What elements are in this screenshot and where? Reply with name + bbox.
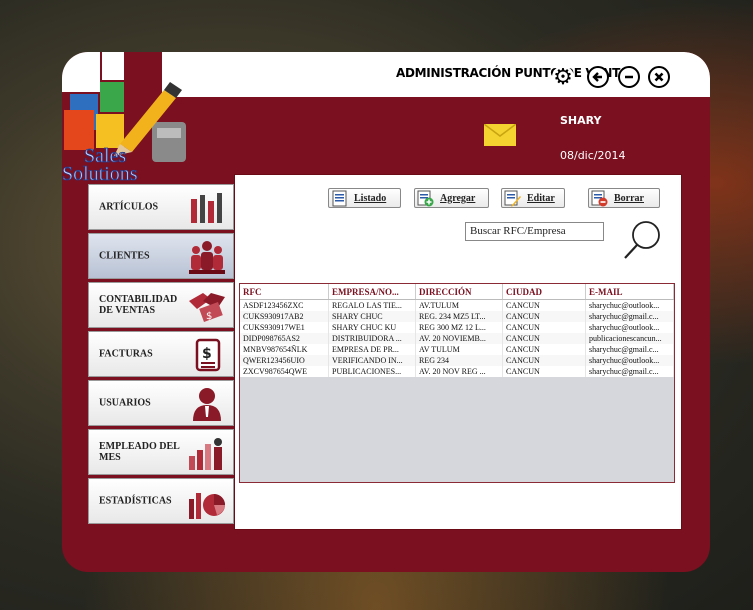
- borrar-label: Borrar: [614, 192, 644, 204]
- table-cell: MNBV987654ÑLK: [240, 344, 329, 355]
- search-icon[interactable]: [620, 218, 664, 262]
- gear-icon[interactable]: ⚙: [552, 66, 574, 88]
- statistics-icon: [189, 493, 225, 519]
- sidebar: ARTÍCULOS CLIENTES CONTABILIDAD DE VENTA…: [88, 184, 234, 527]
- table-row[interactable]: QWER123456UIO VERIFICANDO IN... REG 234 CAN…: [240, 355, 674, 366]
- table-cell: CUKS930917WE1: [240, 322, 329, 333]
- table-cell: QWER123456UIO: [240, 355, 329, 366]
- column-header[interactable]: E-MAIL: [585, 284, 674, 300]
- table-cell: PUBLICACIONES...: [328, 366, 416, 377]
- sidebar-item-label: EMPLEADO DEL MES: [99, 441, 180, 463]
- back-arrow-icon[interactable]: [587, 66, 609, 88]
- sidebar-item-articulos[interactable]: ARTÍCULOS: [88, 184, 234, 230]
- sidebar-item-estadisticas[interactable]: ESTADÍSTICAS: [88, 478, 234, 524]
- logo-text-solutions: Solutions: [62, 163, 138, 182]
- sidebar-item-label: USUARIOS: [99, 397, 151, 409]
- tools-icon: [191, 193, 222, 223]
- editar-label: Editar: [527, 192, 555, 204]
- invoice-icon: $: [195, 338, 221, 372]
- table-cell: CANCUN: [502, 322, 586, 333]
- column-header[interactable]: DIRECCIÓN: [415, 284, 503, 300]
- sidebar-item-contabilidad[interactable]: CONTABILIDAD DE VENTAS $: [88, 282, 234, 328]
- column-header[interactable]: CIUDAD: [502, 284, 586, 300]
- delete-document-icon: [591, 190, 608, 206]
- edit-document-icon: [504, 190, 521, 207]
- sales-solutions-logo: Sales Solutions: [62, 52, 186, 182]
- table-cell: sharychuc@outlook...: [585, 322, 674, 333]
- table-cell: CANCUN: [502, 299, 586, 311]
- table-cell: sharychuc@gmail.c...: [585, 311, 674, 322]
- user-icon: [193, 388, 221, 421]
- table-cell: CANCUN: [502, 344, 586, 355]
- table-cell: REG 300 MZ 12 L...: [415, 322, 503, 333]
- table-cell: sharychuc@gmail.c...: [585, 344, 674, 355]
- sidebar-item-label: CONTABILIDAD DE VENTAS: [99, 294, 178, 316]
- svg-text:$: $: [202, 346, 212, 362]
- table-cell: DISTRIBUIDORA ...: [328, 333, 416, 344]
- table-row[interactable]: ZXCV987654QWE PUBLICACIONES... AV. 20 NOV …: [240, 366, 674, 377]
- user-name: SHARY: [560, 114, 602, 127]
- table-cell: DIDP098765AS2: [240, 333, 329, 344]
- table-cell: REG. 234 MZ5 LT...: [415, 311, 503, 322]
- mail-icon[interactable]: [484, 124, 516, 146]
- borrar-button[interactable]: Borrar: [588, 188, 660, 208]
- add-document-icon: [417, 190, 434, 206]
- clients-table[interactable]: RFC EMPRESA/NO... DIRECCIÓN CIUDAD E-MAI…: [239, 283, 675, 483]
- table-header-row: RFC EMPRESA/NO... DIRECCIÓN CIUDAD E-MAI…: [240, 284, 674, 300]
- table-cell: CANCUN: [502, 366, 586, 377]
- svg-text:$: $: [206, 311, 212, 322]
- sidebar-item-label: ARTÍCULOS: [99, 201, 159, 213]
- search-input[interactable]: Buscar RFC/Empresa: [465, 222, 604, 241]
- table-cell: ZXCV987654QWE: [240, 366, 329, 377]
- table-cell: AV.TULUM: [415, 299, 503, 311]
- sidebar-item-clientes[interactable]: CLIENTES: [88, 233, 234, 279]
- table-cell: VERIFICANDO IN...: [328, 355, 416, 366]
- table-cell: AV TULUM: [415, 344, 503, 355]
- table-row[interactable]: DIDP098765AS2 DISTRIBUIDORA ... AV. 20 NOV…: [240, 333, 674, 344]
- table-cell: SHARY CHUC: [328, 311, 416, 322]
- table-cell: CANCUN: [502, 311, 586, 322]
- table-cell: publicacionescancun...: [585, 333, 674, 344]
- handshake-money-icon: $: [189, 293, 225, 322]
- employee-chart-icon: [189, 438, 222, 470]
- column-header[interactable]: EMPRESA/NO...: [328, 284, 416, 300]
- table-cell: AV. 20 NOVIEMB...: [415, 333, 503, 344]
- sidebar-item-empleado[interactable]: EMPLEADO DEL MES: [88, 429, 234, 475]
- table-cell: sharychuc@outlook...: [585, 355, 674, 366]
- title-bar[interactable]: ADMINISTRACIÓN PUNTO DE VENTA ⚙: [162, 52, 710, 97]
- main-panel: Listado Agregar Editar Borrar Buscar RFC…: [234, 174, 682, 530]
- table-row[interactable]: ASDF123456ZXC REGALO LAS TIE... AV.TULUM CA…: [240, 299, 674, 311]
- table-cell: CANCUN: [502, 355, 586, 366]
- listado-button[interactable]: Listado: [328, 188, 401, 208]
- column-header[interactable]: RFC: [240, 284, 329, 300]
- table-row[interactable]: MNBV987654ÑLK EMPRESA DE PR... AV TULUM CAN…: [240, 344, 674, 355]
- table-row[interactable]: CUKS930917WE1 SHARY CHUC KU REG 300 MZ 12 …: [240, 322, 674, 333]
- agregar-label: Agregar: [440, 192, 476, 204]
- table-cell: REGALO LAS TIE...: [328, 299, 416, 311]
- table-cell: ASDF123456ZXC: [240, 299, 329, 311]
- people-icon: [189, 241, 225, 274]
- table-cell: SHARY CHUC KU: [328, 322, 416, 333]
- sidebar-item-usuarios[interactable]: USUARIOS: [88, 380, 234, 426]
- sidebar-item-label: ESTADÍSTICAS: [99, 495, 172, 507]
- list-document-icon: [332, 190, 347, 206]
- current-date: 08/dic/2014: [560, 149, 626, 162]
- app-window: ADMINISTRACIÓN PUNTO DE VENTA ⚙ Sales So…: [62, 52, 710, 572]
- minimize-icon[interactable]: [618, 66, 640, 88]
- table-row[interactable]: CUKS930917AB2 SHARY CHUC REG. 234 MZ5 LT..…: [240, 311, 674, 322]
- sidebar-item-label: FACTURAS: [99, 348, 153, 360]
- table-cell: CUKS930917AB2: [240, 311, 329, 322]
- sidebar-item-facturas[interactable]: FACTURAS $: [88, 331, 234, 377]
- table-cell: EMPRESA DE PR...: [328, 344, 416, 355]
- sidebar-item-label: CLIENTES: [99, 250, 150, 262]
- editar-button[interactable]: Editar: [501, 188, 565, 208]
- table-cell: REG 234: [415, 355, 503, 366]
- agregar-button[interactable]: Agregar: [414, 188, 489, 208]
- table-cell: CANCUN: [502, 333, 586, 344]
- close-icon[interactable]: [648, 66, 670, 88]
- table-cell: AV. 20 NOV REG ...: [415, 366, 503, 377]
- listado-label: Listado: [354, 192, 387, 204]
- table-cell: sharychuc@outlook...: [585, 299, 674, 311]
- table-cell: sharychuc@gmail.c...: [585, 366, 674, 377]
